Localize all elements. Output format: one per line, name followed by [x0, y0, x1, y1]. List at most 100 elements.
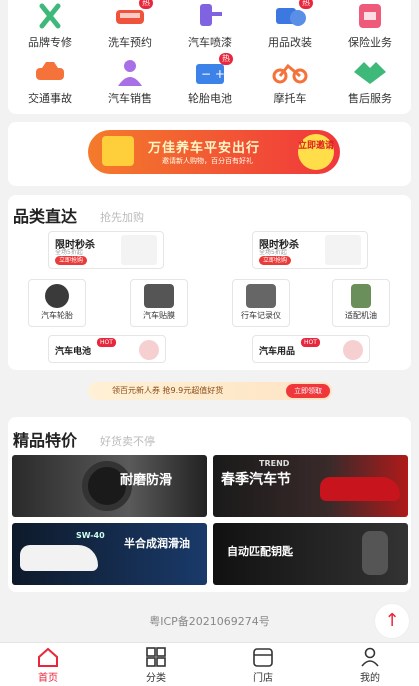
car-image	[144, 284, 174, 308]
car-image	[320, 477, 400, 501]
category-tire[interactable]: 汽车轮胎	[28, 279, 86, 327]
promo-sub: 全场5折起	[259, 249, 287, 256]
service-grid: 品牌专修 热 洗车预约 汽车喷漆 热 用品改装 保险业务 交通事故 汽车销售 −…	[8, 0, 411, 114]
service-after-sales[interactable]: 售后服务	[330, 58, 410, 106]
service-car-sales[interactable]: 汽车销售	[90, 58, 170, 106]
service-label: 洗车预约	[108, 36, 152, 49]
svg-text:− +: − +	[201, 67, 225, 81]
bottom-tab-bar: 首页 分类 门店 我的	[0, 642, 419, 686]
handshake-icon	[350, 58, 390, 86]
service-motorcycle[interactable]: 摩托车	[250, 58, 330, 106]
hot-badge: HOT	[97, 338, 116, 347]
hot-badge: 热	[299, 0, 313, 9]
product-image	[325, 235, 361, 265]
invite-banner[interactable]: 万佳养车平安出行 邀请新人购物，百分百有好礼 立即邀请	[88, 130, 340, 174]
section-title: 品类直达	[13, 207, 78, 226]
home-icon	[37, 647, 59, 667]
supplies-icon	[343, 340, 363, 360]
claim-coupon-button[interactable]: 立即领取	[286, 384, 330, 398]
salesperson-icon	[110, 58, 150, 86]
motorcycle-icon	[270, 58, 310, 86]
dashcam-image	[246, 284, 276, 308]
promo-tile-tire[interactable]: 耐磨防滑	[12, 455, 207, 517]
hot-badge: HOT	[301, 338, 320, 347]
service-car-wash[interactable]: 热 洗车预约	[90, 0, 170, 50]
flash-sale-card[interactable]: 限时秒杀 全场5折起 立即抢购	[48, 231, 164, 269]
service-modification[interactable]: 热 用品改装	[250, 0, 330, 50]
tile-title: 春季汽车节	[221, 472, 291, 488]
hot-badge: 热	[219, 53, 233, 65]
service-spray-paint[interactable]: 汽车喷漆	[170, 2, 250, 50]
user-icon	[359, 647, 381, 667]
service-label: 品牌专修	[28, 36, 72, 49]
banner-subtitle: 邀请新人购物，百分百有好礼	[162, 157, 253, 165]
service-insurance[interactable]: 保险业务	[330, 2, 410, 50]
hot-badge: 热	[139, 0, 153, 9]
service-label: 保险业务	[348, 36, 392, 49]
section-subtitle: 抢先加购	[100, 211, 144, 224]
section-title: 精品特价	[13, 431, 78, 450]
service-label: 用品改装	[268, 36, 312, 49]
service-label: 售后服务	[348, 92, 392, 105]
grid-icon	[145, 647, 167, 667]
battery-icon	[139, 340, 159, 360]
category-film[interactable]: 汽车贴膜	[130, 279, 188, 327]
gift-icon	[102, 136, 134, 166]
banner-title: 万佳养车平安出行	[148, 141, 261, 156]
category-battery[interactable]: 汽车电池 HOT	[48, 335, 166, 363]
category-label: 适配机油	[345, 311, 377, 320]
insurance-icon	[350, 2, 390, 30]
tab-home[interactable]: 首页	[13, 647, 83, 684]
coupon-strip[interactable]: 领百元新人券 抢9.9元超值好货 立即领取	[88, 382, 332, 400]
service-label: 交通事故	[28, 92, 72, 105]
coupon-text: 领百元新人券 抢9.9元超值好货	[112, 386, 224, 395]
car-wash-icon: 热	[110, 0, 153, 30]
category-label: 汽车轮胎	[41, 311, 73, 320]
promo-buy-button[interactable]: 立即抢购	[259, 256, 292, 265]
promo-tile-spring-festival[interactable]: 春季汽车节 TREND	[213, 455, 408, 517]
tile-subtitle: TREND	[259, 459, 290, 468]
promo-tile-oil[interactable]: 半合成润滑油 SW-40	[12, 523, 207, 585]
service-accident[interactable]: 交通事故	[10, 58, 90, 106]
back-to-top-button[interactable]: ↑	[374, 603, 410, 639]
category-label: 汽车电池	[55, 347, 92, 357]
tab-store[interactable]: 门店	[228, 647, 298, 684]
service-label: 汽车销售	[108, 92, 152, 105]
service-tire-battery[interactable]: − + 热 轮胎电池	[170, 53, 250, 106]
service-label: 摩托车	[273, 92, 307, 105]
tab-label: 首页	[38, 673, 58, 684]
section-subtitle: 好货卖不停	[100, 435, 155, 448]
wrench-icon	[30, 2, 70, 30]
promo-buy-button[interactable]: 立即抢购	[55, 256, 88, 265]
promo-tile-car-key[interactable]: 自动匹配钥匙	[213, 523, 408, 585]
service-brand-repair[interactable]: 品牌专修	[10, 2, 90, 50]
invite-banner-card: 万佳养车平安出行 邀请新人购物，百分百有好礼 立即邀请	[8, 122, 411, 186]
car-image	[20, 545, 98, 571]
icp-record: 粤ICP备2021069274号	[149, 615, 270, 628]
tile-title: 耐磨防滑	[120, 473, 173, 488]
oil-bottle-image	[351, 284, 371, 308]
car-key-image	[362, 531, 388, 575]
tab-category[interactable]: 分类	[121, 647, 191, 684]
tile-title: 半合成润滑油	[124, 537, 190, 550]
category-section: 品类直达 抢先加购 限时秒杀 全场5折起 立即抢购 限时秒杀 全场5折起 立即抢…	[8, 195, 411, 370]
boutique-section: 精品特价 好货卖不停 耐磨防滑 春季汽车节 TREND 半合成润滑油 SW-40…	[8, 417, 411, 592]
tile-title: 自动匹配钥匙	[227, 545, 293, 558]
category-label: 行车记录仪	[241, 311, 281, 320]
tab-mine[interactable]: 我的	[335, 647, 405, 684]
tire-image	[45, 284, 69, 308]
tab-label: 分类	[146, 673, 166, 684]
service-label: 汽车喷漆	[188, 36, 232, 49]
tab-label: 我的	[360, 673, 380, 684]
invite-button[interactable]: 立即邀请	[298, 134, 334, 170]
category-engine-oil[interactable]: 适配机油	[332, 279, 390, 327]
flash-sale-card[interactable]: 限时秒杀 全场5折起 立即抢购	[252, 231, 368, 269]
accident-car-icon	[30, 58, 70, 86]
service-label: 轮胎电池	[188, 92, 232, 105]
category-supplies[interactable]: 汽车用品 HOT	[252, 335, 370, 363]
category-label: 汽车用品	[259, 347, 296, 357]
category-label: 汽车贴膜	[143, 311, 175, 320]
product-image	[121, 235, 157, 265]
tile-subtitle: SW-40	[76, 531, 105, 540]
category-dashcam[interactable]: 行车记录仪	[232, 279, 290, 327]
